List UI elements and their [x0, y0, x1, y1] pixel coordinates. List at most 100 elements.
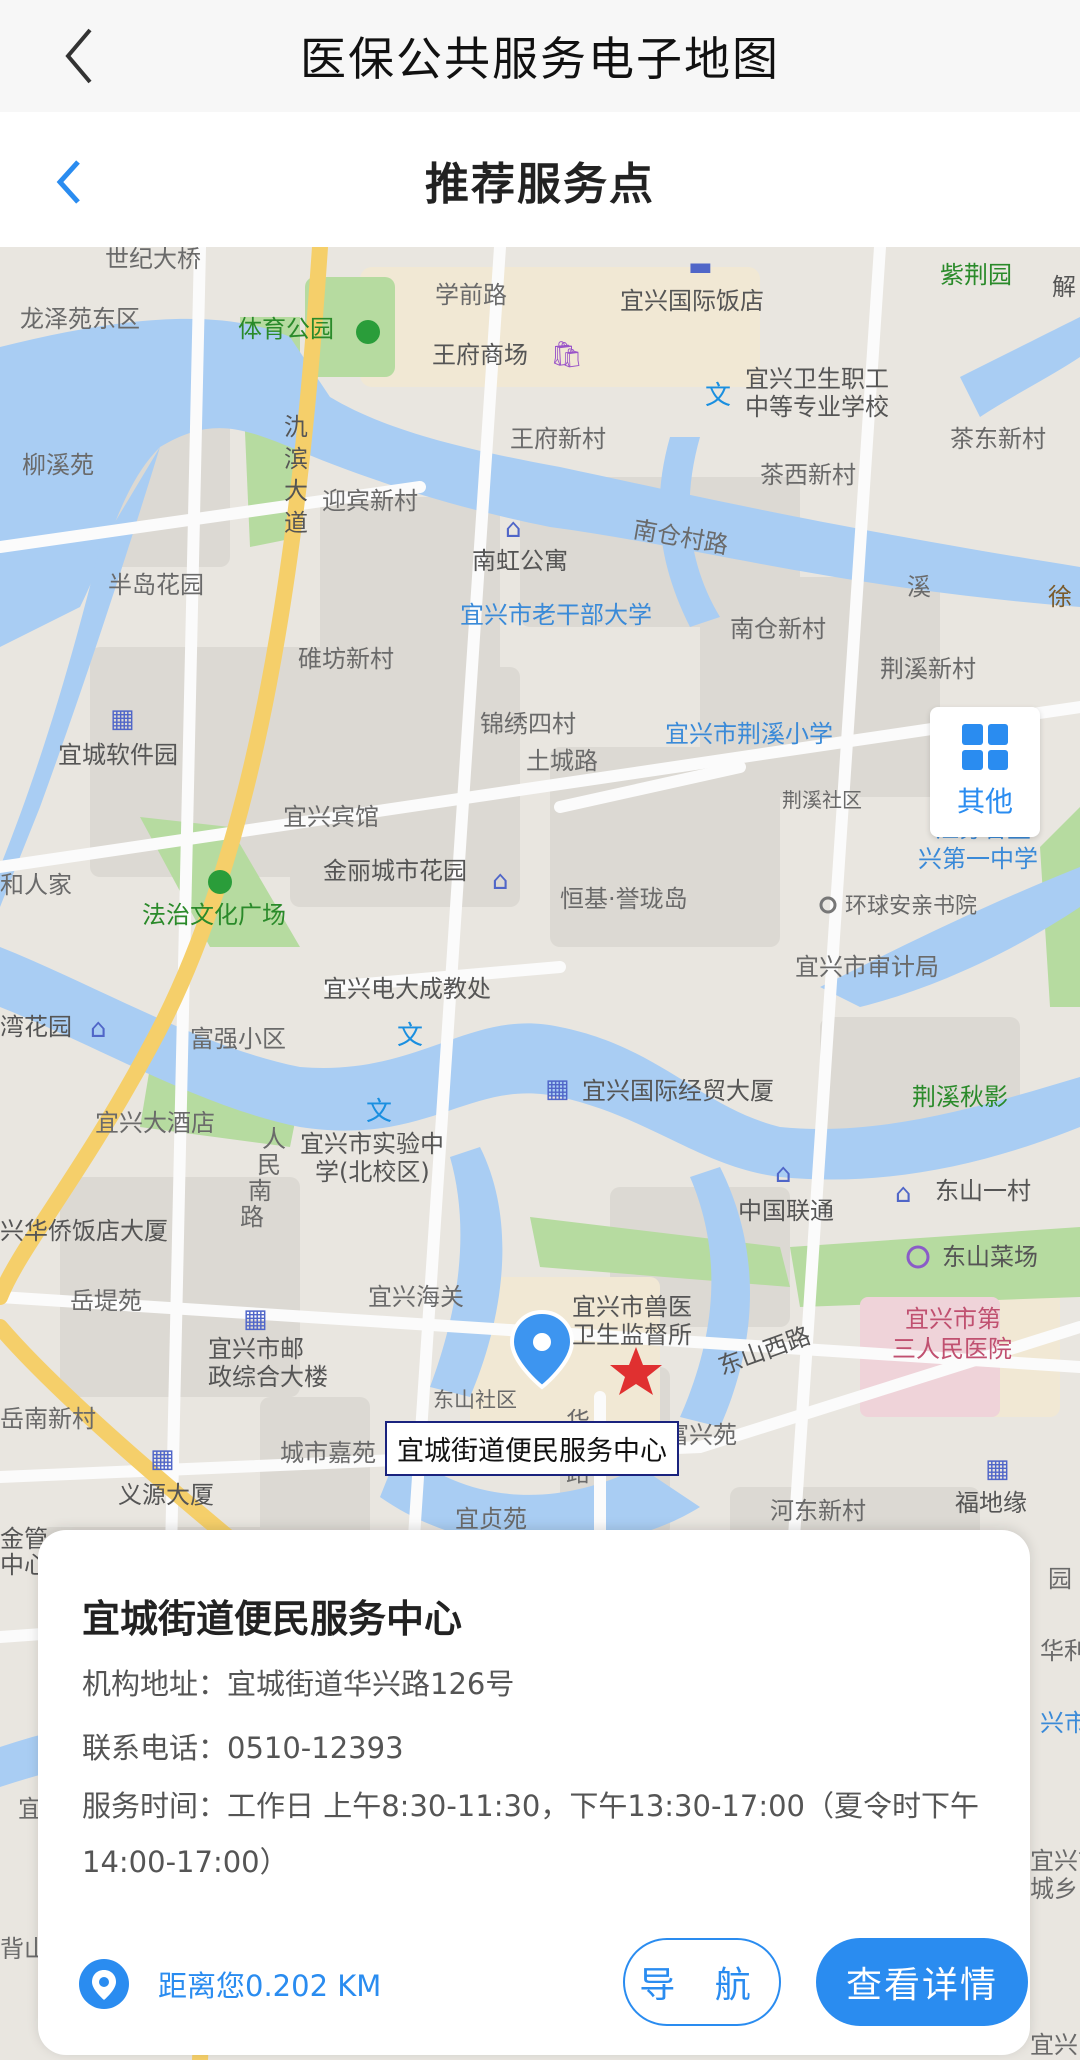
- svg-text:🛍: 🛍: [550, 340, 583, 370]
- svg-text:⌂: ⌂: [505, 514, 522, 544]
- map-label: 中等专业学校: [745, 393, 889, 421]
- map-label: 荆溪社区: [782, 788, 862, 812]
- map-label: 城乡: [1030, 1875, 1078, 1903]
- map-label: 和人家: [0, 871, 72, 899]
- svg-text:▦: ▦: [985, 1454, 1010, 1484]
- map-label: 东山一村: [935, 1177, 1031, 1205]
- page-title: 推荐服务点: [425, 158, 655, 210]
- map-label: 岳南新村: [0, 1405, 96, 1433]
- distance-info: 距离您0.202 KM: [78, 1958, 381, 2010]
- service-point-name: 宜城街道便民服务中心: [82, 1597, 463, 1641]
- service-point-address: 机构地址：宜城街道华兴路126号: [82, 1667, 515, 1701]
- map-label: 茶西新村: [760, 461, 856, 489]
- map-label: 华利: [1040, 1637, 1080, 1665]
- map-label: 溪: [907, 573, 931, 601]
- map-label: 宜兴市审计局: [795, 953, 939, 981]
- map-label: 人: [262, 1125, 286, 1153]
- svg-text:▦: ▦: [243, 1304, 268, 1334]
- map-label: 宜兴市老干部大学: [460, 601, 652, 629]
- service-point-phone[interactable]: 联系电话：0510-12393: [82, 1720, 1002, 1776]
- page-back-icon[interactable]: [48, 152, 104, 212]
- map-label: 湾花园: [0, 1013, 72, 1041]
- svg-text:⌂: ⌂: [775, 1159, 792, 1189]
- map-label: 东山社区: [433, 1388, 517, 1412]
- map-label: 园: [1048, 1565, 1072, 1593]
- map-label: 宜兴市第: [905, 1305, 1001, 1333]
- map-label: 兴第一中学: [918, 845, 1038, 873]
- svg-text:▬: ▬: [688, 252, 713, 282]
- map-label: 三人民医院: [892, 1335, 1012, 1363]
- map-label: 滨: [284, 445, 308, 473]
- map-label: 卫生监督所: [572, 1321, 692, 1349]
- map-label: 碓坊新村: [298, 645, 394, 673]
- map-label: 体育公园: [238, 315, 334, 343]
- map-label: 徐: [1048, 583, 1072, 611]
- service-point-card: 宜城街道便民服务中心 机构地址：宜城街道华兴路126号 联系电话：0510-12…: [38, 1530, 1030, 2055]
- map-label: 土城路: [526, 747, 598, 775]
- map-label: 宜贞苑: [455, 1505, 527, 1533]
- grid-icon: [962, 724, 1008, 770]
- map-label: 龙泽苑东区: [20, 305, 140, 333]
- map-label: 茶东新村: [950, 425, 1046, 453]
- navigate-button[interactable]: 导 航: [623, 1938, 781, 2026]
- page-header: 推荐服务点: [0, 112, 1080, 247]
- map-label: 氿: [284, 413, 308, 441]
- map-label: 政综合大楼: [208, 1363, 328, 1391]
- map-label: 宜兴宾馆: [283, 803, 379, 831]
- map-label: 河东新村: [770, 1497, 866, 1525]
- map-label: 福地缘: [955, 1489, 1027, 1517]
- map-label: 宜兴电大成教处: [323, 975, 491, 1003]
- map-label: 宜兴市: [1030, 1847, 1080, 1875]
- distance-text: 距离您0.202 KM: [158, 1969, 382, 2003]
- map-label: 宜兴国际饭店: [620, 287, 764, 315]
- map-label: 岳堤苑: [70, 1287, 142, 1315]
- map-label: 宜兴: [1030, 2031, 1078, 2059]
- svg-text:文: 文: [397, 1021, 423, 1051]
- map-label: 学(北校区): [315, 1158, 430, 1186]
- map-label: 金丽城市花园: [323, 857, 467, 885]
- svg-text:⌂: ⌂: [492, 866, 509, 896]
- other-layers-button[interactable]: 其他: [930, 707, 1040, 837]
- map-label: 宜兴市邮: [208, 1335, 304, 1363]
- view-details-button[interactable]: 查看详情: [816, 1938, 1028, 2026]
- map-label: 兴华侨饭店大厦: [0, 1217, 168, 1245]
- map-label: 南: [248, 1177, 272, 1205]
- selected-point-callout[interactable]: 宜城街道便民服务中心: [385, 1421, 679, 1476]
- other-layers-label: 其他: [956, 785, 1013, 818]
- back-arrow-icon[interactable]: [52, 20, 112, 92]
- map-label: 紫荆园: [940, 261, 1012, 289]
- map-label: 南仓新村: [730, 615, 826, 643]
- map-label: 王府新村: [510, 425, 606, 453]
- map-label: 世纪大桥: [105, 247, 201, 273]
- map-label: 宜兴大酒店: [95, 1109, 215, 1137]
- map-label: 迎宾新村: [322, 487, 418, 515]
- svg-text:⌂: ⌂: [90, 1014, 107, 1044]
- svg-text:▦: ▦: [150, 1444, 175, 1474]
- map-label: 大: [284, 477, 308, 505]
- map-label: 民: [257, 1151, 281, 1179]
- map-label: 锦绣四村: [480, 710, 576, 738]
- map-label: 学前路: [435, 281, 507, 309]
- map-label: 宜兴市荆溪小学: [665, 720, 833, 748]
- map-label: 富强小区: [190, 1025, 286, 1053]
- card-actions: 距离您0.202 KM 导 航 查看详情: [78, 1938, 1028, 2028]
- map-label: 宜兴国际经贸大厦: [582, 1077, 774, 1105]
- map-label: 宜城软件园: [58, 741, 178, 769]
- map-label: 城市嘉苑: [280, 1439, 376, 1467]
- map-label: 道: [284, 509, 308, 537]
- map-label: 路: [240, 1203, 264, 1231]
- map-label: 中国联通: [738, 1197, 834, 1225]
- map-label: 南虹公寓: [472, 547, 568, 575]
- map-label: 荆溪新村: [880, 655, 976, 683]
- map-label: 半岛花园: [108, 571, 204, 599]
- app-header: 医保公共服务电子地图: [0, 0, 1080, 112]
- map-label: 法治文化广场: [142, 901, 286, 929]
- location-icon: [79, 1959, 129, 2009]
- svg-text:▦: ▦: [545, 1074, 570, 1104]
- map-label: 柳溪苑: [22, 451, 94, 479]
- app-title: 医保公共服务电子地图: [300, 32, 780, 86]
- map-label: 恒基·誉珑岛: [560, 885, 688, 913]
- map-label: 东山菜场: [942, 1243, 1038, 1271]
- map-label: 宜兴市兽医: [572, 1293, 692, 1321]
- svg-text:文: 文: [705, 381, 731, 411]
